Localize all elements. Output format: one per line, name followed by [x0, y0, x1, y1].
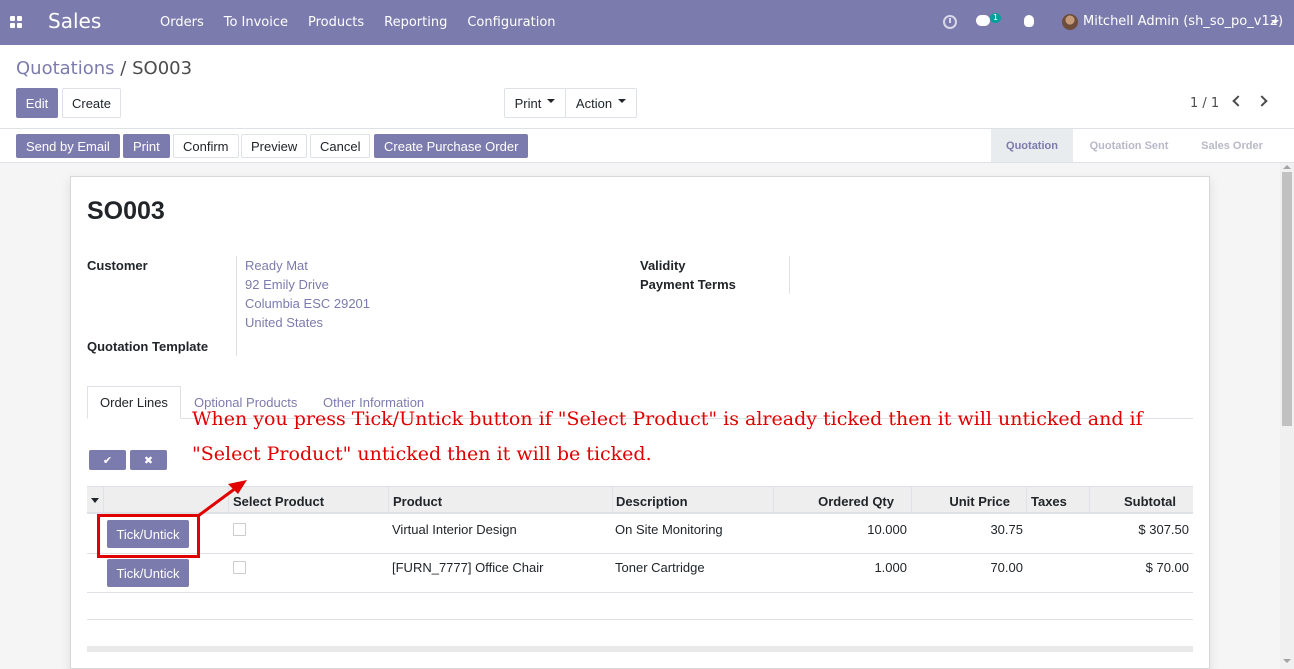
status-bar: Send by Email Print Confirm Preview Canc…	[0, 128, 1294, 163]
ordered-qty-cell: 10.000	[867, 522, 907, 537]
customer-label: Customer	[87, 258, 148, 273]
scroll-up-icon[interactable]	[1283, 165, 1291, 169]
column-unit-price[interactable]: Unit Price	[949, 494, 1010, 509]
column-separator	[1089, 487, 1090, 513]
preview-button[interactable]: Preview	[241, 134, 308, 158]
product-cell: Virtual Interior Design	[392, 522, 517, 537]
payment-terms-label: Payment Terms	[640, 277, 736, 292]
breadcrumb: Quotations / SO003	[16, 58, 192, 79]
pager-value[interactable]: 1 / 1	[1190, 96, 1219, 111]
bug-icon[interactable]	[1024, 15, 1034, 27]
ordered-qty-cell: 1.000	[874, 560, 907, 575]
column-separator	[103, 487, 104, 513]
pager-next-icon[interactable]	[1256, 95, 1268, 107]
menu-reporting[interactable]: Reporting	[384, 15, 447, 30]
breadcrumb-parent[interactable]: Quotations	[16, 58, 115, 79]
customer-country: United States	[245, 315, 324, 330]
user-menu[interactable]: Mitchell Admin (sh_so_po_v12)	[1083, 14, 1283, 29]
unit-price-cell: 30.75	[990, 522, 1023, 537]
stage-quotation-sent[interactable]: Quotation Sent	[1073, 129, 1185, 162]
pager-previous-icon[interactable]	[1232, 95, 1244, 107]
action-dropdown[interactable]: Action	[565, 88, 637, 118]
column-separator	[228, 487, 229, 513]
column-ordered-qty[interactable]: Ordered Qty	[818, 494, 894, 509]
menu-orders[interactable]: Orders	[160, 15, 204, 30]
customer-street: 92 Emily Drive	[245, 277, 329, 292]
column-select-product[interactable]: Select Product	[233, 494, 324, 509]
apps-icon[interactable]	[10, 16, 22, 28]
field-divider	[789, 256, 790, 294]
caret-down-icon[interactable]	[1271, 20, 1279, 24]
caret-down-icon	[547, 99, 556, 103]
column-separator	[612, 487, 613, 513]
column-separator	[911, 487, 912, 513]
select-product-checkbox[interactable]	[233, 561, 246, 574]
menu-products[interactable]: Products	[308, 15, 364, 30]
create-purchase-order-button[interactable]: Create Purchase Order	[374, 134, 529, 158]
description-cell: On Site Monitoring	[615, 522, 723, 537]
column-separator	[1026, 487, 1027, 513]
send-by-email-button[interactable]: Send by Email	[16, 134, 120, 158]
table-row[interactable]: Tick/Untick [FURN_7777] Office Chair Ton…	[87, 554, 1193, 593]
chat-icon[interactable]	[976, 15, 990, 26]
main-menu: Orders To Invoice Products Reporting Con…	[160, 0, 576, 45]
column-taxes[interactable]: Taxes	[1031, 494, 1067, 509]
print-dropdown-label: Print	[514, 95, 542, 111]
unselect-all-button[interactable]: ✖	[130, 450, 167, 470]
clock-icon[interactable]	[943, 15, 957, 29]
column-description[interactable]: Description	[616, 494, 688, 509]
annotation-line-1: When you press Tick/Untick button if "Se…	[192, 408, 1143, 430]
table-divider	[87, 619, 1193, 620]
table-header: Select Product Product Description Order…	[87, 486, 1193, 514]
customer-city: Columbia ESC 29201	[245, 296, 371, 311]
check-icon: ✔	[102, 453, 113, 467]
subtotal-cell: $ 70.00	[1145, 560, 1189, 575]
column-subtotal[interactable]: Subtotal	[1124, 494, 1176, 509]
cancel-button[interactable]: Cancel	[310, 134, 371, 158]
app-name[interactable]: Sales	[48, 9, 101, 33]
print-dropdown[interactable]: Print	[504, 88, 566, 118]
customer-name[interactable]: Ready Mat	[245, 258, 308, 273]
validity-label: Validity	[640, 258, 686, 273]
column-separator	[773, 487, 774, 513]
annotation-line-2: "Select Product" unticked then it will b…	[192, 443, 652, 465]
menu-configuration[interactable]: Configuration	[467, 15, 555, 30]
tick-untick-button[interactable]: Tick/Untick	[107, 559, 189, 587]
scroll-down-icon[interactable]	[1283, 659, 1291, 663]
breadcrumb-current: SO003	[132, 58, 193, 79]
edit-button[interactable]: Edit	[16, 88, 58, 118]
table-row[interactable]: Tick/Untick Virtual Interior Design On S…	[87, 515, 1193, 554]
quotation-template-label: Quotation Template	[87, 339, 209, 354]
breadcrumb-separator: /	[120, 58, 127, 79]
caret-down-icon	[618, 99, 627, 103]
close-icon: ✖	[143, 453, 154, 467]
select-product-checkbox[interactable]	[233, 523, 246, 536]
action-dropdown-label: Action	[575, 95, 613, 111]
stage-quotation[interactable]: Quotation	[991, 129, 1073, 162]
highlight-box	[97, 514, 200, 558]
avatar[interactable]	[1062, 14, 1078, 30]
menu-to-invoice[interactable]: To Invoice	[224, 15, 288, 30]
caret-down-icon[interactable]	[91, 498, 99, 503]
select-all-button[interactable]: ✔	[89, 450, 126, 470]
column-separator	[388, 487, 389, 513]
column-product[interactable]: Product	[393, 494, 442, 509]
scrollbar-thumb[interactable]	[1282, 172, 1292, 426]
chat-count-badge: 1	[990, 13, 1002, 23]
create-button[interactable]: Create	[62, 88, 121, 118]
subtotal-cell: $ 307.50	[1138, 522, 1189, 537]
product-cell: [FURN_7777] Office Chair	[392, 560, 544, 575]
field-divider	[236, 256, 237, 356]
table-footer	[87, 646, 1193, 652]
tab-order-lines[interactable]: Order Lines	[87, 386, 181, 419]
unit-price-cell: 70.00	[990, 560, 1023, 575]
description-cell: Toner Cartridge	[615, 560, 705, 575]
stage-sales-order[interactable]: Sales Order	[1185, 129, 1279, 162]
page-title: SO003	[87, 197, 165, 225]
confirm-button[interactable]: Confirm	[173, 134, 239, 158]
print-button[interactable]: Print	[123, 134, 170, 158]
